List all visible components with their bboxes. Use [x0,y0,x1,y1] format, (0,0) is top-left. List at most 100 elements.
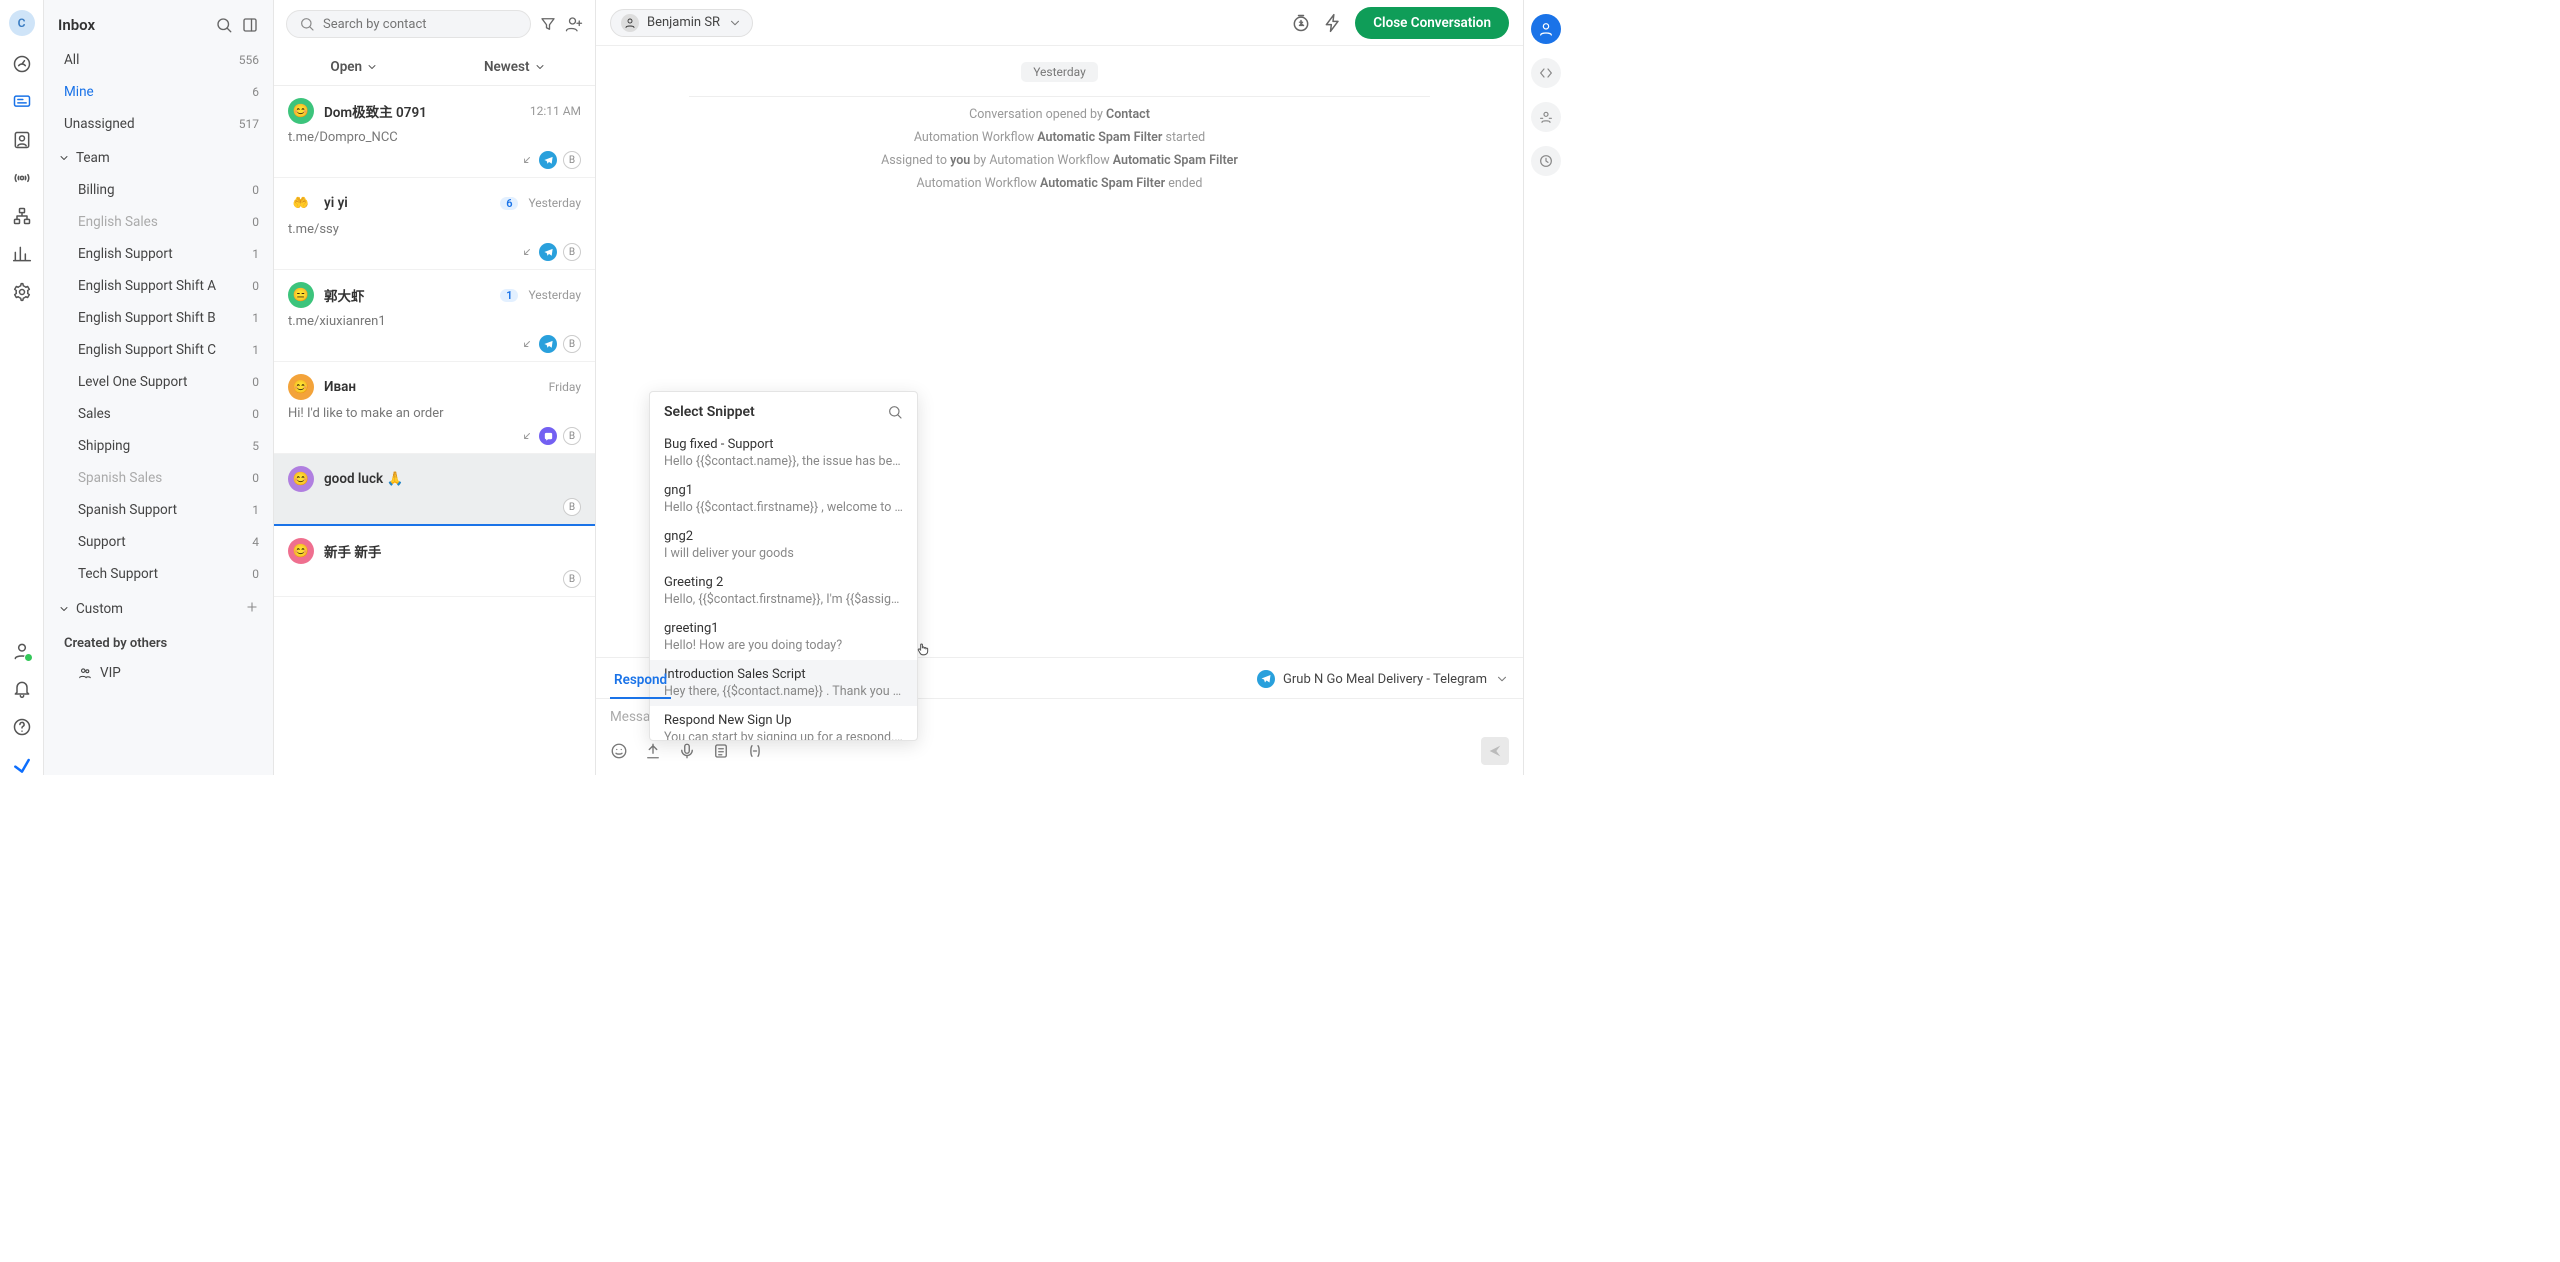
workspace-avatar[interactable]: C [9,10,35,36]
agent-badge: B [563,427,581,445]
team-item[interactable]: Spanish Support1 [44,494,273,526]
custom-item[interactable]: VIP [44,657,273,689]
custom-group-toggle[interactable]: Custom [44,590,273,626]
dashboard-icon[interactable] [12,54,32,74]
inbox-sidebar: Inbox All556Mine6Unassigned517TeamBillin… [44,0,274,775]
contact-avatar: 😊 [288,466,314,492]
respond-tab[interactable]: Respond [610,666,671,698]
assignee-selector[interactable]: Benjamin SR [610,9,753,37]
snippet-item[interactable]: gng1Hello {{$contact.firstname}} , welco… [650,476,917,522]
add-custom-icon[interactable] [245,600,259,618]
snippet-search-icon[interactable] [887,404,903,420]
snippet-item[interactable]: Respond New Sign Up You can start by sign… [650,706,917,740]
team-item[interactable]: English Support Shift B1 [44,302,273,334]
incoming-arrow-icon [521,430,533,442]
created-by-others-label: Created by others [44,626,273,657]
conv-preview: Hi! I'd like to make an order [288,406,581,421]
sidebar-filter-mine[interactable]: Mine6 [44,76,273,108]
team-item[interactable]: English Support Shift A0 [44,270,273,302]
automation-icon[interactable] [1323,13,1343,33]
team-item[interactable]: English Sales0 [44,206,273,238]
sidebar-collapse-icon[interactable] [241,16,259,34]
conversation-item[interactable]: 😊good luck 🙏B [274,454,595,526]
conversation-main: Benjamin SR Close Conversation Yesterday… [596,0,1524,775]
snooze-icon[interactable] [1291,13,1311,33]
conversation-item[interactable]: 😊Dom极致主 079112:11 AMt.me/Dompro_NCCB [274,86,595,178]
variable-icon[interactable] [746,742,764,760]
channel-name: Grub N Go Meal Delivery - Telegram [1283,672,1487,687]
snippet-preview: Hello, {{$contact.firstname}}, I'm {{$as… [664,592,903,607]
contact-detail-icon[interactable] [1531,102,1561,132]
snippet-item[interactable]: Introduction Sales ScriptHey there, {{$c… [650,660,917,706]
conversation-item[interactable]: 😊ИванFridayHi! I'd like to make an order… [274,362,595,454]
settings-icon[interactable] [12,282,32,302]
sidebar-filter-unassigned[interactable]: Unassigned517 [44,108,273,140]
snippet-icon[interactable] [712,742,730,760]
reports-icon[interactable] [12,244,32,264]
team-item[interactable]: Support4 [44,526,273,558]
send-button[interactable] [1481,737,1509,765]
snippet-item[interactable]: greeting1Hello! How are you doing today? [650,614,917,660]
contacts-icon[interactable] [12,130,32,150]
snippet-item[interactable]: Greeting 2Hello, {{$contact.firstname}},… [650,568,917,614]
sidebar-title: Inbox [58,16,207,34]
team-item[interactable]: English Support Shift C1 [44,334,273,366]
snippet-name: Bug fixed - Support [664,437,903,452]
conversation-item[interactable]: 😑郭大虾1Yesterdayt.me/xiuxianren1B [274,270,595,362]
notifications-icon[interactable] [12,679,32,699]
search-input[interactable] [323,17,518,32]
day-separator: Yesterday [1021,62,1098,82]
add-contact-icon[interactable] [565,15,583,33]
contact-avatar: 😊 [288,98,314,124]
agent-badge: B [563,151,581,169]
voice-icon[interactable] [678,742,696,760]
channel-selector[interactable]: Grub N Go Meal Delivery - Telegram [1257,670,1509,694]
attachment-icon[interactable] [644,742,662,760]
team-group-toggle[interactable]: Team [44,140,273,174]
workflows-icon[interactable] [12,206,32,226]
snippet-item[interactable]: Bug fixed - SupportHello {{$contact.name… [650,430,917,476]
user-status-icon[interactable] [12,641,32,661]
snippet-name: Introduction Sales Script [664,667,903,682]
sort-tab[interactable]: Newest [435,48,596,85]
snippet-name: Respond New Sign Up [664,713,903,728]
emoji-icon[interactable] [610,742,628,760]
agent-badge: B [563,243,581,261]
contact-avatar[interactable] [1531,14,1561,44]
broadcast-icon[interactable] [12,168,32,188]
contact-name: 郭大虾 [324,285,488,305]
telegram-icon [539,243,557,261]
team-item[interactable]: Level One Support0 [44,366,273,398]
team-item[interactable]: Spanish Sales0 [44,462,273,494]
search-wrap[interactable] [286,10,531,38]
team-item[interactable]: Tech Support0 [44,558,273,590]
team-item[interactable]: Shipping5 [44,430,273,462]
filter-icon[interactable] [539,15,557,33]
team-item[interactable]: Sales0 [44,398,273,430]
expand-panel-icon[interactable] [1531,58,1561,88]
incoming-arrow-icon [521,338,533,350]
conversation-item[interactable]: 🤲yi yi6Yesterdayt.me/ssyB [274,178,595,270]
close-conversation-button[interactable]: Close Conversation [1355,7,1509,39]
users-icon [78,666,92,680]
help-icon[interactable] [12,717,32,737]
inbox-icon[interactable] [12,92,32,112]
team-item[interactable]: Billing0 [44,174,273,206]
sidebar-filter-all[interactable]: All556 [44,44,273,76]
chevron-down-icon [728,16,742,30]
sys-opened: Conversation opened by Contact [596,107,1523,122]
sidebar-search-icon[interactable] [215,16,233,34]
activity-icon[interactable] [1531,146,1561,176]
unread-badge: 1 [500,289,518,302]
respond-logo-icon[interactable] [12,755,32,775]
sys-wf-started: Automation Workflow Automatic Spam Filte… [596,130,1523,145]
assignee-name: Benjamin SR [647,15,720,30]
snippet-item[interactable]: gng2I will deliver your goods [650,522,917,568]
contact-avatar: 🤲 [288,190,314,216]
open-tab[interactable]: Open [274,48,435,85]
team-item[interactable]: English Support1 [44,238,273,270]
contact-avatar: 😊 [288,538,314,564]
snippet-preview: You can start by signing up for a respon… [664,730,903,740]
conversation-item[interactable]: 😊新手 新手B [274,526,595,597]
telegram-icon [539,151,557,169]
